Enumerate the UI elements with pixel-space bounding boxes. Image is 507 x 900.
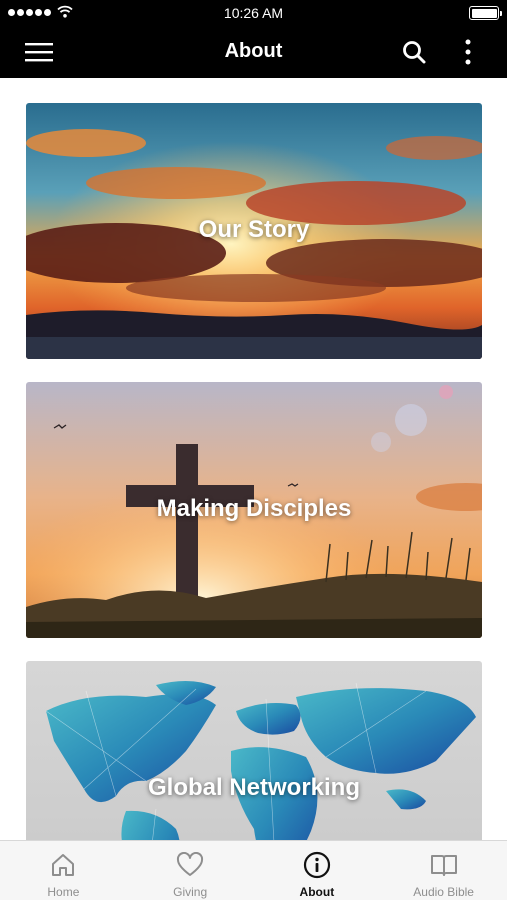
heart-icon: [175, 851, 205, 879]
battery-icon: [469, 6, 502, 20]
status-time: 10:26 AM: [223, 5, 284, 21]
tab-label: About: [299, 885, 335, 899]
global-networking-card[interactable]: Global Networking: [26, 661, 482, 840]
info-icon: [302, 851, 332, 879]
tab-label: Giving: [173, 885, 208, 899]
book-icon: [429, 851, 459, 879]
more-options-button[interactable]: [452, 36, 484, 68]
world-map-image: [26, 661, 482, 840]
home-icon: [48, 851, 78, 879]
card-title: Our Story: [198, 216, 310, 243]
content-list: Our Story Making Disciples Global Networ…: [0, 78, 507, 840]
our-story-card[interactable]: Our Story: [26, 103, 482, 359]
search-icon: [403, 41, 426, 64]
tab-label: Home: [47, 885, 80, 899]
tab-home[interactable]: Home: [0, 841, 127, 900]
status-bar: 10:26 AM: [0, 0, 507, 26]
nav-bar: About: [0, 26, 507, 78]
tab-audio-bible[interactable]: Audio Bible: [380, 841, 507, 900]
card-title: Global Networking: [147, 774, 360, 801]
card-title: Making Disciples: [156, 495, 352, 522]
tab-about[interactable]: About: [254, 841, 381, 900]
tab-label: Audio Bible: [413, 885, 474, 899]
tab-bar: Home Giving About Audio Bible: [0, 840, 507, 900]
more-vertical-icon: [465, 39, 471, 65]
tab-giving[interactable]: Giving: [127, 841, 254, 900]
making-disciples-card[interactable]: Making Disciples: [26, 382, 482, 638]
search-button[interactable]: [398, 36, 430, 68]
page-title: About: [224, 40, 283, 62]
